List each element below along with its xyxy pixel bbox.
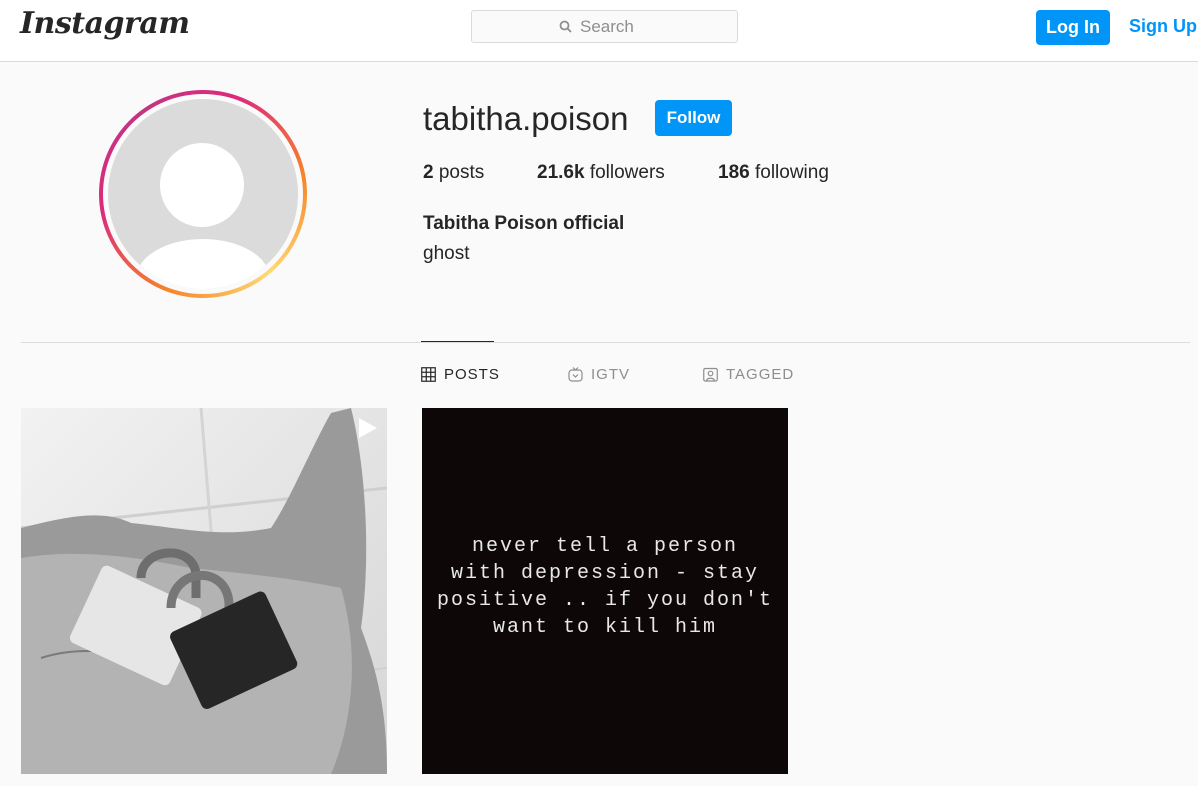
followers-label: followers: [589, 162, 665, 183]
tab-igtv-label: IGTV: [591, 366, 631, 383]
profile-username: tabitha.poison: [423, 100, 629, 137]
search-icon: [559, 20, 572, 33]
avatar-head: [160, 143, 244, 227]
avatar-body: [136, 239, 270, 289]
post-2-quote-text: never tell a person with depression - st…: [422, 533, 788, 641]
profile-full-name: Tabitha Poison official: [423, 213, 625, 234]
following-stat[interactable]: 186 following: [718, 162, 829, 184]
igtv-icon: [568, 367, 583, 382]
tabs-divider: [21, 342, 1190, 343]
following-label: following: [754, 162, 829, 183]
profile-avatar[interactable]: [99, 90, 307, 298]
profile-bio: ghost: [423, 243, 470, 264]
grid-icon: [421, 367, 436, 382]
sign-up-link[interactable]: Sign Up: [1129, 16, 1197, 37]
tab-posts-label: POSTS: [444, 366, 500, 383]
top-navigation-bar: Instagram Log In Sign Up: [0, 0, 1198, 62]
following-count: 186: [718, 162, 750, 183]
quote-line-4: want to kill him: [492, 616, 718, 639]
quote-line-3: positive .. if you don't: [436, 589, 774, 612]
followers-stat[interactable]: 21.6k followers: [537, 162, 665, 184]
posts-label: posts: [438, 162, 485, 183]
tab-posts[interactable]: POSTS: [421, 366, 500, 383]
default-avatar-icon: [108, 99, 298, 289]
tab-tagged[interactable]: TAGGED: [703, 366, 794, 383]
video-icon: [359, 418, 377, 438]
tab-tagged-label: TAGGED: [726, 366, 795, 383]
quote-line-1: never tell a person: [471, 535, 739, 558]
post-thumbnail-2[interactable]: never tell a person with depression - st…: [422, 408, 788, 774]
tab-igtv[interactable]: IGTV: [568, 366, 630, 383]
search-box[interactable]: [471, 10, 738, 43]
follow-button[interactable]: Follow: [655, 100, 732, 136]
avatar-ring-gap: [103, 94, 303, 294]
instagram-logo[interactable]: Instagram: [20, 6, 190, 41]
tagged-icon: [703, 367, 718, 382]
search-input[interactable]: [580, 16, 650, 37]
quote-line-2: with depression - stay: [450, 562, 760, 585]
log-in-button[interactable]: Log In: [1036, 10, 1110, 45]
followers-count: 21.6k: [537, 162, 585, 183]
posts-stat: 2 posts: [423, 162, 484, 184]
posts-count: 2: [423, 162, 434, 183]
post-thumbnail-1[interactable]: [21, 408, 387, 774]
padlocks-in-hand-image: [21, 408, 387, 774]
active-tab-indicator: [421, 341, 494, 342]
